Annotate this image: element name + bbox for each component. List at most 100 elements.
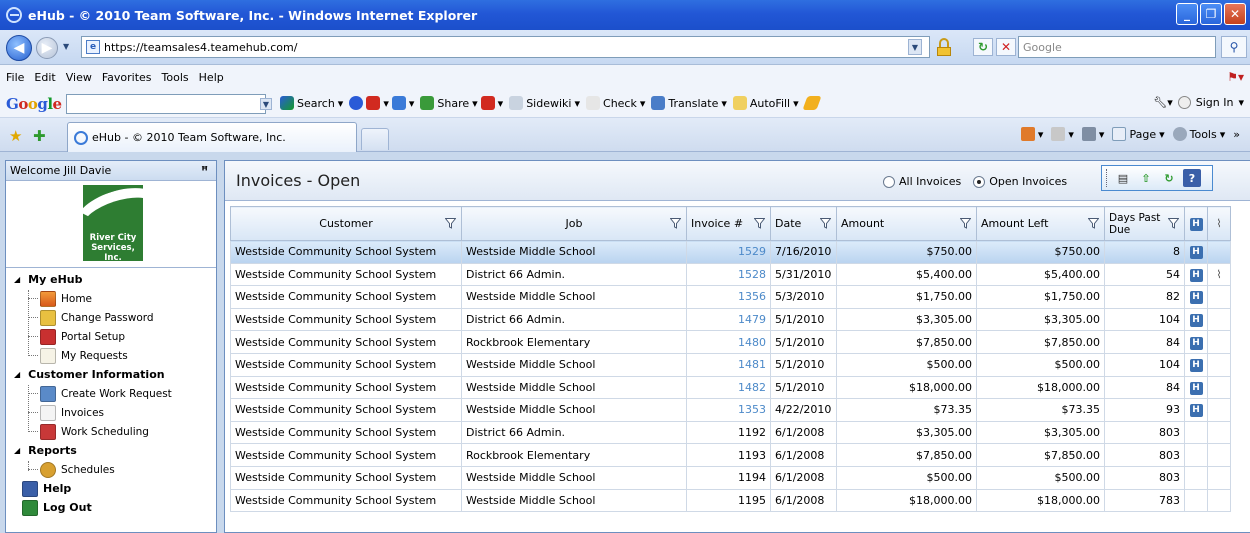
- url-dropdown-icon[interactable]: ▼: [908, 39, 922, 55]
- table-row[interactable]: Westside Community School System Westside…: [230, 285, 1231, 309]
- export-icon[interactable]: ⇧: [1137, 169, 1155, 187]
- menu-edit[interactable]: Edit: [34, 71, 55, 84]
- cell-h[interactable]: H: [1184, 375, 1208, 400]
- cell-invoice-number[interactable]: 1482: [686, 375, 771, 400]
- cell-h[interactable]: H: [1184, 285, 1208, 309]
- spellcheck-button[interactable]: Check ▾: [586, 96, 645, 110]
- filter-icon[interactable]: [1168, 218, 1179, 229]
- back-button[interactable]: ◀: [6, 35, 32, 61]
- cell-invoice-number[interactable]: 1353: [686, 398, 771, 422]
- filter-icon[interactable]: [670, 218, 681, 229]
- filter-icon[interactable]: [820, 218, 831, 229]
- nav-item-portal-setup[interactable]: Portal Setup: [6, 327, 125, 346]
- nav-item-invoices[interactable]: Invoices: [6, 403, 104, 422]
- cell-invoice-number[interactable]: 1529: [686, 240, 771, 264]
- nav-item-change-password[interactable]: Change Password: [6, 308, 154, 327]
- cell-invoice-number[interactable]: 1479: [686, 307, 771, 332]
- filter-icon[interactable]: [960, 218, 971, 229]
- h-badge-icon[interactable]: H: [1189, 246, 1203, 260]
- google-search-dropdown-icon[interactable]: ▼: [260, 98, 272, 110]
- google-search-input[interactable]: [66, 94, 266, 114]
- filter-icon[interactable]: [1088, 218, 1099, 229]
- cell-invoice-number[interactable]: 1481: [686, 352, 771, 377]
- share-button[interactable]: Share ▾ ▾: [420, 96, 503, 110]
- menu-favorites[interactable]: Favorites: [102, 71, 152, 84]
- nav-item-home[interactable]: Home: [6, 289, 92, 308]
- nav-help[interactable]: Help: [6, 479, 71, 498]
- feeds-button[interactable]: ▾: [1051, 127, 1074, 141]
- google-search-button[interactable]: Search ▾: [280, 96, 343, 110]
- translate-button[interactable]: Translate ▾: [651, 96, 727, 110]
- paperclip-icon[interactable]: ⌇: [1216, 268, 1221, 281]
- cell-h[interactable]: H: [1184, 352, 1208, 377]
- table-row[interactable]: Westside Community School System Westside…: [230, 465, 1231, 490]
- google-logo[interactable]: Google: [6, 95, 62, 113]
- stop-button[interactable]: ✕: [996, 38, 1016, 56]
- nav-item-work-scheduling[interactable]: Work Scheduling: [6, 422, 149, 441]
- ie-flag-icon[interactable]: ⚑▾: [1227, 70, 1244, 84]
- menu-help[interactable]: Help: [199, 71, 224, 84]
- column-header-date[interactable]: Date: [770, 206, 837, 241]
- filter-icon[interactable]: [445, 218, 456, 229]
- cell-invoice-number[interactable]: 1480: [686, 330, 771, 354]
- page-menu-button[interactable]: Page ▾: [1112, 127, 1165, 141]
- table-row[interactable]: Westside Community School System Westside…: [230, 375, 1231, 400]
- nav-item-create-work-request[interactable]: Create Work Request: [6, 384, 172, 403]
- highlighter-icon[interactable]: [802, 96, 822, 110]
- wrench-icon[interactable]: 🔧︎▾: [1153, 96, 1173, 109]
- nav-group-my-ehub[interactable]: ◢ My eHub: [6, 270, 82, 289]
- new-tab-button[interactable]: [361, 128, 389, 150]
- cell-h[interactable]: H: [1184, 307, 1208, 332]
- sign-in-link[interactable]: Sign In: [1196, 96, 1234, 109]
- table-row[interactable]: Westside Community School System Rockbroo…: [230, 443, 1231, 467]
- h-badge-icon[interactable]: H: [1189, 381, 1203, 395]
- column-header-job[interactable]: Job: [461, 206, 687, 241]
- column-header-amount-left[interactable]: Amount Left: [976, 206, 1105, 241]
- nav-item-my-requests[interactable]: My Requests: [6, 346, 128, 365]
- h-badge-icon[interactable]: H: [1189, 314, 1203, 328]
- table-row[interactable]: Westside Community School System District…: [230, 262, 1231, 287]
- cell-h[interactable]: H: [1184, 330, 1208, 354]
- minimize-button[interactable]: _: [1176, 3, 1198, 25]
- history-dropdown-icon[interactable]: ▼: [63, 42, 69, 51]
- maximize-button[interactable]: ❐: [1200, 3, 1222, 25]
- google-extras[interactable]: ▾ ▾: [349, 96, 414, 110]
- close-window-button[interactable]: ✕: [1224, 3, 1246, 25]
- cell-h[interactable]: H: [1184, 398, 1208, 422]
- search-icon[interactable]: ⚲: [1221, 36, 1247, 58]
- cell-h[interactable]: H: [1184, 240, 1208, 264]
- table-row[interactable]: Westside Community School System District…: [230, 420, 1231, 445]
- tools-menu-button[interactable]: Tools ▾: [1172, 127, 1225, 141]
- column-header-amount[interactable]: Amount: [836, 206, 977, 241]
- forward-button[interactable]: ▶: [36, 37, 58, 59]
- menu-file[interactable]: File: [6, 71, 24, 84]
- cell-attachment[interactable]: ⌇: [1207, 262, 1231, 287]
- print-button[interactable]: ▾: [1081, 127, 1104, 141]
- table-row[interactable]: Westside Community School System Westside…: [230, 352, 1231, 377]
- table-row[interactable]: Westside Community School System Westside…: [230, 240, 1231, 264]
- chevron-more-icon[interactable]: »: [1233, 128, 1240, 141]
- favorites-star-icon[interactable]: ★: [9, 127, 22, 145]
- sidewiki-button[interactable]: Sidewiki ▾: [509, 96, 580, 110]
- h-badge-icon[interactable]: H: [1189, 291, 1203, 305]
- cell-invoice-number[interactable]: 1528: [686, 262, 771, 287]
- radio-all-invoices[interactable]: All Invoices: [883, 175, 961, 188]
- refresh-icon[interactable]: ↻: [1160, 169, 1178, 187]
- table-row[interactable]: Westside Community School System Westside…: [230, 398, 1231, 422]
- lock-icon[interactable]: [936, 38, 952, 56]
- table-row[interactable]: Westside Community School System District…: [230, 307, 1231, 332]
- filter-icon[interactable]: [754, 218, 765, 229]
- nav-group-customer-information[interactable]: ◢ Customer Information: [6, 365, 165, 384]
- h-badge-icon[interactable]: H: [1189, 404, 1203, 418]
- browser-tab[interactable]: eHub - © 2010 Team Software, Inc.: [67, 122, 357, 152]
- h-badge-icon[interactable]: H: [1189, 336, 1203, 350]
- table-row[interactable]: Westside Community School System Rockbroo…: [230, 330, 1231, 354]
- menu-tools[interactable]: Tools: [162, 71, 189, 84]
- table-row[interactable]: Westside Community School System Westside…: [230, 488, 1231, 513]
- url-field[interactable]: e https://teamsales4.teamehub.com/: [81, 36, 930, 58]
- column-header-invoice[interactable]: Invoice #: [686, 206, 771, 241]
- nav-group-reports[interactable]: ◢ Reports: [6, 441, 77, 460]
- pin-icon[interactable]: ꟸ: [201, 164, 208, 177]
- refresh-button[interactable]: ↻: [973, 38, 993, 56]
- cell-h[interactable]: H: [1184, 262, 1208, 287]
